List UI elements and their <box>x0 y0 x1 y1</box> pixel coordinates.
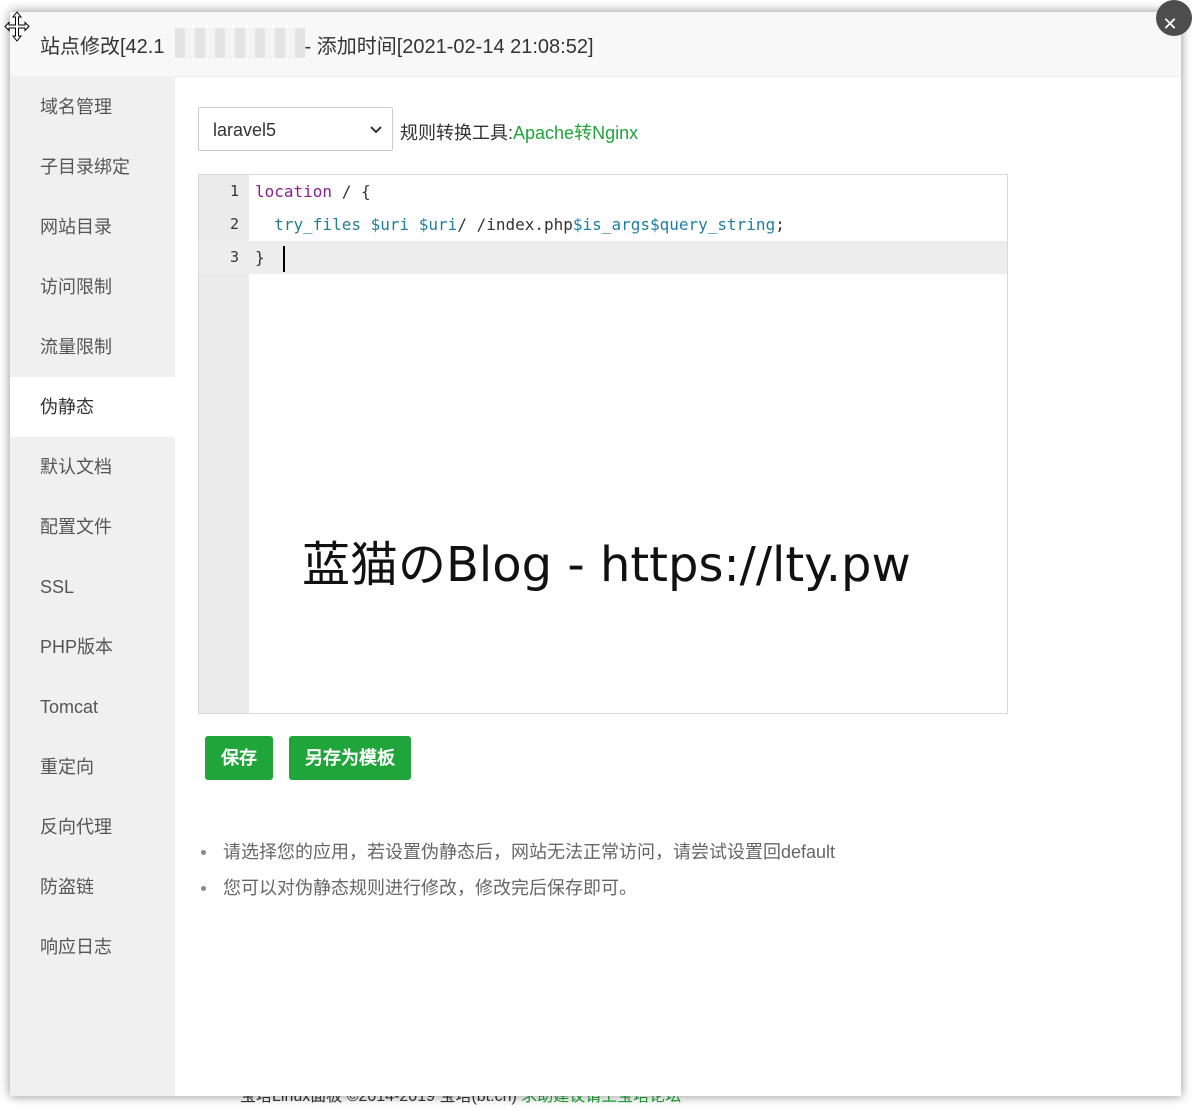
move-cursor-icon <box>4 11 30 42</box>
line-number: 2 <box>229 215 239 233</box>
code-editor[interactable]: 1 location / { 2 try_files $uri $uri/ /i… <box>198 174 1008 714</box>
save-as-template-button[interactable]: 另存为模板 <box>289 736 411 780</box>
sidebar-item-traffic-limit[interactable]: 流量限制 <box>10 317 175 377</box>
dialog-title-bar[interactable]: 站点修改[42.1 - 添加时间[2021-02-14 21:08:52] <box>10 12 1181 77</box>
rewrite-panel: laravel5 规则转换工具:Apache转Nginx 1 location … <box>175 77 1181 1096</box>
watermark: 蓝猫のBlog - https://lty.pw <box>302 537 911 593</box>
sidebar-item-domain[interactable]: 域名管理 <box>10 77 175 137</box>
site-edit-dialog: 站点修改[42.1 - 添加时间[2021-02-14 21:08:52] 域名管… <box>10 12 1181 1096</box>
tip-item: 您可以对伪静态规则进行修改，修改完后保存即可。 <box>198 870 835 906</box>
line-content: try_files $uri $uri/ /index.php$is_args$… <box>274 215 785 234</box>
tip-item: 请选择您的应用，若设置伪静态后，网站无法正常访问，请尝试设置回default <box>198 834 835 870</box>
line-number: 1 <box>229 182 239 200</box>
text-cursor <box>282 245 285 272</box>
sidebar-item-reverse-proxy[interactable]: 反向代理 <box>10 797 175 857</box>
tool-label: 规则转换工具: <box>400 123 514 143</box>
rewrite-template-select[interactable]: laravel5 <box>198 107 393 151</box>
sidebar-item-rewrite[interactable]: 伪静态 <box>10 377 175 437</box>
redaction-mask <box>175 28 305 58</box>
dialog-title-prefix: 站点修改[42.1 <box>40 36 165 58</box>
sidebar-item-subdir[interactable]: 子目录绑定 <box>10 137 175 197</box>
sidebar-item-ssl[interactable]: SSL <box>10 557 175 617</box>
sidebar-item-access-limit[interactable]: 访问限制 <box>10 257 175 317</box>
code-line: 1 location / { <box>199 175 1007 208</box>
code-line-active: 3 } <box>199 241 1007 274</box>
rule-convert-tool: 规则转换工具:Apache转Nginx <box>400 119 638 145</box>
apache-to-nginx-link[interactable]: Apache转Nginx <box>513 123 638 143</box>
sidebar-item-config-file[interactable]: 配置文件 <box>10 497 175 557</box>
sidebar-item-redirect[interactable]: 重定向 <box>10 737 175 797</box>
tips-list: 请选择您的应用，若设置伪静态后，网站无法正常访问，请尝试设置回default 您… <box>198 834 835 906</box>
sidebar-item-site-dir[interactable]: 网站目录 <box>10 197 175 257</box>
line-number: 3 <box>229 248 239 266</box>
dialog-title-suffix: - 添加时间[2021-02-14 21:08:52] <box>304 36 594 58</box>
chevron-down-icon <box>370 126 382 134</box>
line-content: } <box>255 241 285 274</box>
line-content: location / { <box>255 182 371 201</box>
dialog-title: 站点修改[42.1 - 添加时间[2021-02-14 21:08:52] <box>40 30 594 59</box>
sidebar-item-hotlink[interactable]: 防盗链 <box>10 857 175 917</box>
save-button[interactable]: 保存 <box>205 736 273 780</box>
sidebar-item-response-log[interactable]: 响应日志 <box>10 917 175 977</box>
select-value: laravel5 <box>213 120 277 140</box>
sidebar-item-default-doc[interactable]: 默认文档 <box>10 437 175 497</box>
sidebar-item-tomcat[interactable]: Tomcat <box>10 677 175 737</box>
sidebar-item-php-version[interactable]: PHP版本 <box>10 617 175 677</box>
code-line: 2 try_files $uri $uri/ /index.php$is_arg… <box>199 208 1007 241</box>
sidebar: 域名管理 子目录绑定 网站目录 访问限制 流量限制 伪静态 默认文档 配置文件 … <box>10 77 175 1096</box>
close-icon[interactable]: ✕ <box>1156 0 1192 36</box>
